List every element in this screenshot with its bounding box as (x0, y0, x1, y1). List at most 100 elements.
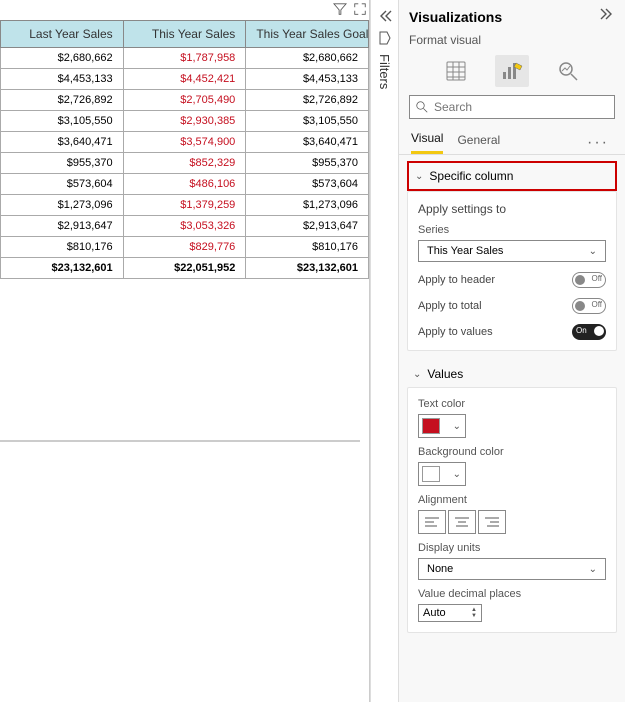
table-cell[interactable]: $3,640,471 (246, 132, 369, 153)
apply-header-toggle[interactable] (572, 272, 606, 288)
align-center-button[interactable] (448, 510, 476, 534)
display-units-value: None (427, 563, 453, 575)
section-label: Specific column (429, 169, 513, 183)
table-cell[interactable]: $4,452,421 (123, 69, 246, 90)
table-total-cell: $23,132,601 (1, 258, 124, 279)
chevron-down-icon: ⌄ (589, 564, 597, 575)
table-row[interactable]: $2,913,647$3,053,326$2,913,647 (1, 216, 369, 237)
apply-settings-card: Apply settings to Series This Year Sales… (407, 191, 617, 351)
table-cell[interactable]: $810,176 (1, 237, 124, 258)
bookmark-icon[interactable] (377, 30, 393, 46)
chevron-down-icon: ⌄ (415, 171, 423, 182)
table-cell[interactable]: $1,273,096 (246, 195, 369, 216)
collapse-chevrons-icon[interactable] (377, 8, 393, 24)
stepper-down-icon[interactable]: ▼ (471, 613, 477, 619)
section-specific-column[interactable]: ⌄ Specific column (407, 161, 617, 191)
table-cell[interactable]: $2,680,662 (246, 48, 369, 69)
table-row[interactable]: $573,604$486,106$573,604 (1, 174, 369, 195)
apply-total-label: Apply to total (418, 300, 482, 312)
table-cell[interactable]: $2,726,892 (246, 90, 369, 111)
values-section-label: Values (427, 367, 463, 381)
column-header[interactable]: This Year Sales (123, 21, 246, 48)
display-units-label: Display units (418, 542, 606, 554)
display-units-select[interactable]: None ⌄ (418, 558, 606, 580)
filter-icon[interactable] (333, 2, 347, 21)
table-cell[interactable]: $1,379,259 (123, 195, 246, 216)
filters-pane-collapsed[interactable]: Filters (370, 0, 398, 702)
expand-chevrons-icon[interactable] (599, 6, 615, 27)
table-cell[interactable]: $486,106 (123, 174, 246, 195)
table-cell[interactable]: $955,370 (1, 153, 124, 174)
table-cell[interactable]: $955,370 (246, 153, 369, 174)
table-cell[interactable]: $3,053,326 (123, 216, 246, 237)
analytics-button[interactable] (551, 55, 585, 87)
tab-visual[interactable]: Visual (411, 131, 443, 154)
apply-values-label: Apply to values (418, 326, 493, 338)
table-cell[interactable]: $2,913,647 (1, 216, 124, 237)
pane-subtitle: Format visual (399, 33, 625, 51)
tab-general[interactable]: General (457, 133, 500, 153)
chevron-down-icon: ⌄ (453, 421, 461, 432)
pane-title: Visualizations (409, 9, 502, 25)
table-cell[interactable]: $4,453,133 (1, 69, 124, 90)
align-left-button[interactable] (418, 510, 446, 534)
table-row[interactable]: $2,726,892$2,705,490$2,726,892 (1, 90, 369, 111)
column-header[interactable]: Last Year Sales (1, 21, 124, 48)
table-cell[interactable]: $852,329 (123, 153, 246, 174)
apply-settings-title: Apply settings to (418, 202, 606, 216)
apply-values-toggle[interactable] (572, 324, 606, 340)
bg-color-picker[interactable]: ⌄ (418, 462, 466, 486)
chevron-down-icon: ⌄ (453, 469, 461, 480)
decimal-places-label: Value decimal places (418, 588, 606, 600)
decimal-places-stepper[interactable]: Auto ▲▼ (418, 604, 482, 622)
table-row[interactable]: $810,176$829,776$810,176 (1, 237, 369, 258)
table-total-cell: $23,132,601 (246, 258, 369, 279)
search-box[interactable] (409, 95, 615, 119)
table-row[interactable]: $3,640,471$3,574,900$3,640,471 (1, 132, 369, 153)
format-visual-button[interactable] (495, 55, 529, 87)
table-cell[interactable]: $3,640,471 (1, 132, 124, 153)
table-cell[interactable]: $4,453,133 (246, 69, 369, 90)
table-cell[interactable]: $3,574,900 (123, 132, 246, 153)
table-cell[interactable]: $2,913,647 (246, 216, 369, 237)
align-right-button[interactable] (478, 510, 506, 534)
search-icon (416, 101, 428, 113)
bg-color-label: Background color (418, 446, 606, 458)
table-cell[interactable]: $829,776 (123, 237, 246, 258)
apply-header-label: Apply to header (418, 274, 495, 286)
table-cell[interactable]: $2,930,385 (123, 111, 246, 132)
table-cell[interactable]: $1,787,958 (123, 48, 246, 69)
section-values[interactable]: ⌄ Values (407, 361, 617, 387)
table-cell[interactable]: $573,604 (246, 174, 369, 195)
search-input[interactable] (434, 100, 608, 114)
filters-label: Filters (377, 54, 392, 89)
visual-canvas: Last Year SalesThis Year SalesThis Year … (0, 0, 370, 702)
table-row[interactable]: $2,680,662$1,787,958$2,680,662 (1, 48, 369, 69)
divider (0, 440, 360, 442)
table-cell[interactable]: $573,604 (1, 174, 124, 195)
table-cell[interactable]: $2,680,662 (1, 48, 124, 69)
table-cell[interactable]: $2,705,490 (123, 90, 246, 111)
table-row[interactable]: $955,370$852,329$955,370 (1, 153, 369, 174)
series-label: Series (418, 224, 606, 236)
apply-total-toggle[interactable] (572, 298, 606, 314)
table-cell[interactable]: $3,105,550 (1, 111, 124, 132)
table-row[interactable]: $3,105,550$2,930,385$3,105,550 (1, 111, 369, 132)
values-card: Text color ⌄ Background color ⌄ Alignmen… (407, 387, 617, 633)
table-cell[interactable]: $2,726,892 (1, 90, 124, 111)
text-color-picker[interactable]: ⌄ (418, 414, 466, 438)
table-cell[interactable]: $810,176 (246, 237, 369, 258)
series-value: This Year Sales (427, 245, 503, 257)
focus-mode-icon[interactable] (353, 2, 367, 21)
alignment-label: Alignment (418, 494, 606, 506)
table-total-row[interactable]: $23,132,601$22,051,952$23,132,601 (1, 258, 369, 279)
data-table[interactable]: Last Year SalesThis Year SalesThis Year … (0, 20, 369, 279)
table-cell[interactable]: $1,273,096 (1, 195, 124, 216)
series-select[interactable]: This Year Sales ⌄ (418, 240, 606, 262)
table-row[interactable]: $1,273,096$1,379,259$1,273,096 (1, 195, 369, 216)
more-options-icon[interactable]: ··· (587, 134, 609, 152)
table-row[interactable]: $4,453,133$4,452,421$4,453,133 (1, 69, 369, 90)
build-visual-button[interactable] (439, 55, 473, 87)
column-header[interactable]: This Year Sales Goal (246, 21, 369, 48)
table-cell[interactable]: $3,105,550 (246, 111, 369, 132)
